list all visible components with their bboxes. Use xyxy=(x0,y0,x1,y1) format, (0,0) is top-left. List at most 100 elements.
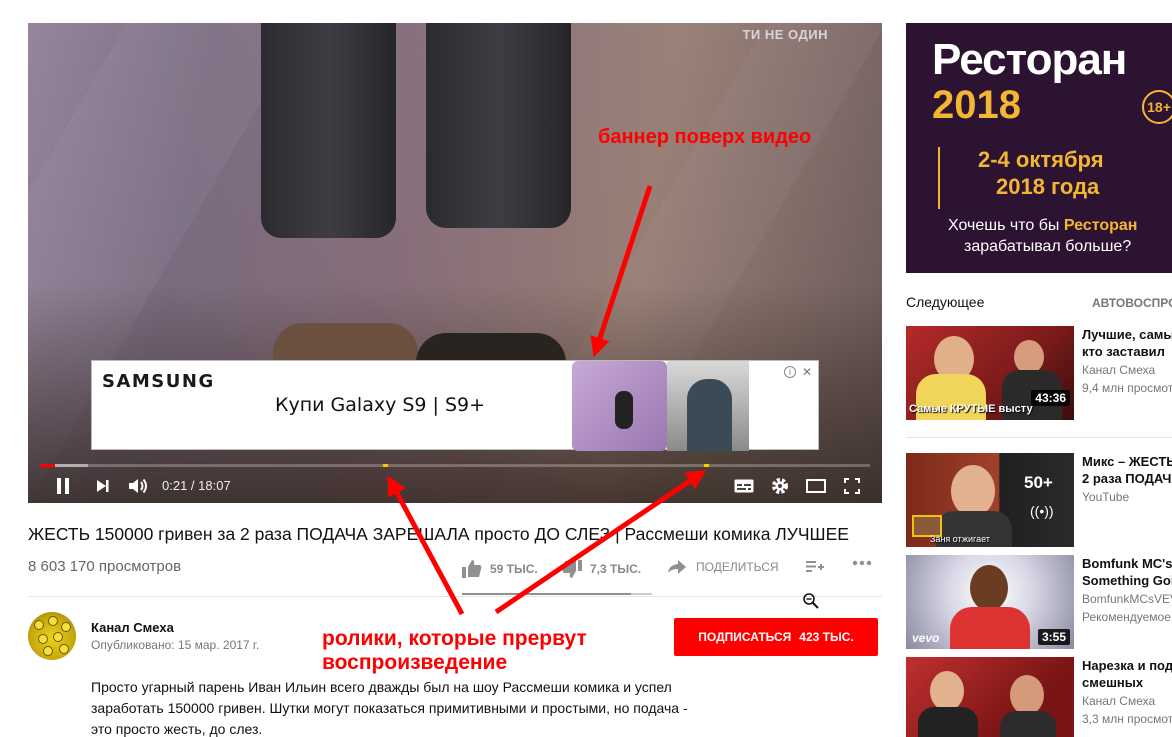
avatar-smiley xyxy=(43,646,53,656)
thumb-person xyxy=(1010,675,1044,715)
dislike-count: 7,3 ТЫС. xyxy=(590,562,642,576)
age-rating-badge: 18+ xyxy=(1142,90,1172,124)
avatar-smiley xyxy=(48,616,58,626)
like-ratio-bar xyxy=(462,593,652,595)
recommended-mix[interactable]: 50+ ((•)) Заня отжигает Микс – ЖЕСТЬ 150… xyxy=(906,453,1172,547)
more-actions-button[interactable] xyxy=(852,560,872,566)
publish-date: Опубликовано: 15 мар. 2017 г. xyxy=(91,638,260,652)
video-player[interactable]: ТИ НЕ ОДИН SAMSUNG Купи Galaxy S9 | S9+ … xyxy=(28,23,882,503)
total-time: 18:07 xyxy=(198,478,231,493)
ad-info-icon[interactable]: i xyxy=(784,366,796,378)
thumb-shirt xyxy=(950,607,1030,649)
rec-title: Микс – ЖЕСТЬ 150000 2 раза ПОДАЧА xyxy=(1082,453,1172,487)
subscriber-count: 423 ТЫС. xyxy=(799,630,854,644)
pause-icon[interactable] xyxy=(50,469,76,503)
ad-brand: SAMSUNG xyxy=(102,371,215,392)
add-to-playlist-button[interactable] xyxy=(806,560,824,574)
progress-bar[interactable] xyxy=(40,464,870,467)
share-button[interactable]: ПОДЕЛИТЬСЯ xyxy=(668,560,779,574)
rec-channel: Канал Смеха xyxy=(1082,363,1156,377)
recommended-video[interactable]: Самые КРУТЫЕ высту 43:36 Лучшие, самые с… xyxy=(906,326,1172,420)
played-bar xyxy=(40,464,55,467)
rec-title: Нарезка и подборка смешных xyxy=(1082,657,1172,691)
ad-dates-line1: 2-4 октября xyxy=(978,147,1104,172)
ad-accent-line xyxy=(938,147,940,209)
tv-channel-logo: ТИ НЕ ОДИН xyxy=(742,27,828,42)
video-thumbnail[interactable]: vevo 3:55 xyxy=(906,555,1074,649)
thumb-person xyxy=(970,565,1008,611)
rec-title-line: Something Going On xyxy=(1082,573,1172,588)
like-count: 59 ТЫС. xyxy=(490,562,538,576)
avatar-smiley xyxy=(38,634,48,644)
video-thumbnail[interactable] xyxy=(906,657,1074,737)
time-display: 0:21 / 18:07 xyxy=(162,478,231,493)
dislike-button[interactable]: 7,3 ТЫС. xyxy=(562,560,641,578)
ad-dates-line2: 2018 года xyxy=(996,174,1100,199)
up-next-label: Следующее xyxy=(906,294,985,310)
ad-close-icon[interactable]: ✕ xyxy=(802,365,812,379)
ad-break-marker[interactable] xyxy=(704,464,709,467)
volume-icon[interactable] xyxy=(125,469,153,503)
like-ratio-fill xyxy=(462,593,632,595)
rec-channel: Канал Смеха xyxy=(1082,694,1156,708)
like-button[interactable]: 59 ТЫС. xyxy=(462,560,538,578)
thumb-person xyxy=(930,671,964,711)
avatar-smiley xyxy=(61,622,71,632)
fullscreen-icon[interactable] xyxy=(840,469,864,503)
thumbs-down-icon xyxy=(562,560,582,578)
settings-gear-icon[interactable] xyxy=(768,469,792,503)
recommended-video[interactable]: vevo 3:55 Bomfunk MC's - Something Going … xyxy=(906,555,1172,649)
rec-meta: 3,3 млн просмотров xyxy=(1082,712,1172,726)
annotation-markers-note: ролики, которые прервут воспроизведение xyxy=(322,627,587,675)
phone-image xyxy=(572,361,667,451)
overlay-ad-banner[interactable]: SAMSUNG Купи Galaxy S9 | S9+ i ✕ xyxy=(91,360,819,451)
current-time: 0:21 xyxy=(162,478,188,493)
video-title: ЖЕСТЬ 150000 гривен за 2 раза ПОДАЧА ЗАР… xyxy=(28,524,849,544)
rec-meta: 9,4 млн просмотров xyxy=(1082,381,1172,395)
time-separator: / xyxy=(187,478,199,493)
sidebar-divider xyxy=(906,437,1172,438)
theater-mode-icon[interactable] xyxy=(804,469,828,503)
next-icon[interactable] xyxy=(90,469,116,503)
share-label: ПОДЕЛИТЬСЯ xyxy=(696,560,779,574)
avatar-smiley xyxy=(59,644,69,654)
subtitles-icon[interactable] xyxy=(732,469,756,503)
channel-avatar[interactable] xyxy=(28,612,76,660)
video-thumbnail[interactable]: 50+ ((•)) Заня отжигает xyxy=(906,453,1074,547)
player-controls: 0:21 / 18:07 xyxy=(28,469,882,503)
youtube-watch-page: ТИ НЕ ОДИН SAMSUNG Купи Galaxy S9 | S9+ … xyxy=(0,0,1172,737)
rec-title-line: Микс – ЖЕСТЬ 150000 xyxy=(1082,454,1172,469)
thumb-caption: Самые КРУТЫЕ высту xyxy=(909,403,1033,415)
view-count: 8 603 170 просмотров xyxy=(28,558,182,575)
annotation-banner-note: баннер поверх видео xyxy=(598,126,812,148)
ad-break-marker[interactable] xyxy=(383,464,388,467)
annotation-line: ролики, которые прервут xyxy=(322,627,587,650)
ad-cta-line2: зарабатывал больше? xyxy=(964,238,1132,255)
mix-count: 50+ xyxy=(1024,473,1053,492)
rec-title-line: Нарезка и подборка xyxy=(1082,658,1172,673)
rec-title-line: Лучшие, самые смешные xyxy=(1082,327,1172,342)
ad-cta-prefix: Хочешь что бы xyxy=(948,217,1064,234)
thumb-caption: Заня отжигает xyxy=(930,534,990,544)
rec-meta: Рекомендуемое xyxy=(1082,610,1171,624)
rec-channel: YouTube xyxy=(1082,490,1130,504)
duration-badge: 43:36 xyxy=(1031,390,1070,406)
channel-name[interactable]: Канал Смеха xyxy=(91,620,174,635)
ad-text: Купи Galaxy S9 | S9+ xyxy=(275,394,486,416)
mix-radio-icon: ((•)) xyxy=(1030,503,1054,519)
sidebar-ad[interactable]: Ресторан 2018 18+ 2-4 октября 2018 года … xyxy=(906,23,1172,273)
zoom-cursor-icon xyxy=(803,593,819,609)
recommended-video[interactable]: Нарезка и подборка смешных Канал Смеха 3,… xyxy=(906,657,1172,737)
ad-year: 2018 xyxy=(932,83,1021,127)
video-description: Просто угарный парень Иван Ильин всего д… xyxy=(91,679,688,737)
thumb-person xyxy=(951,465,995,517)
rec-title-line: смешных xyxy=(1082,675,1144,690)
ad-title: Ресторан xyxy=(932,35,1127,84)
thumb-person xyxy=(1014,340,1044,374)
rec-channel: BomfunkMCsVEVO xyxy=(1082,592,1172,606)
video-thumbnail[interactable]: Самые КРУТЫЕ высту 43:36 xyxy=(906,326,1074,420)
avatar-smiley xyxy=(53,632,63,642)
subscribe-button[interactable]: ПОДПИСАТЬСЯ 423 ТЫС. xyxy=(674,618,878,656)
rec-title-line: 2 раза ПОДАЧА xyxy=(1082,471,1172,486)
rec-title-line: кто заставил xyxy=(1082,344,1165,359)
